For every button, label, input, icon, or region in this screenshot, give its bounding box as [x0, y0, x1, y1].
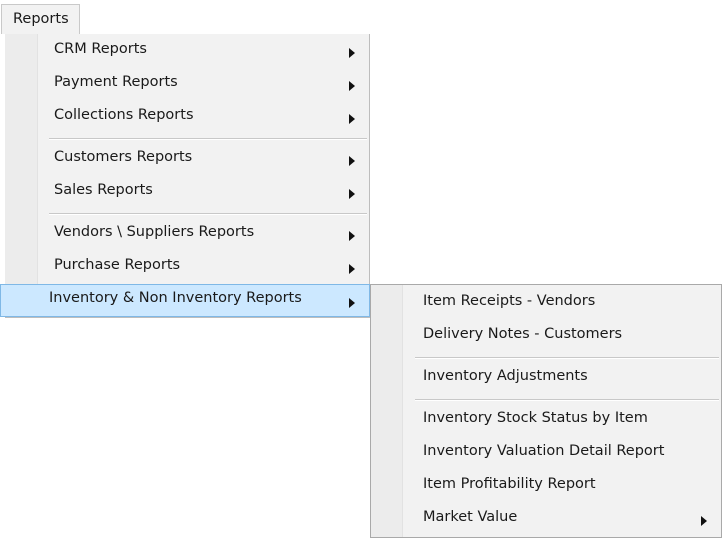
- menu-item-label: Market Value: [423, 509, 518, 525]
- menu-item-sales-reports[interactable]: Sales Reports: [5, 176, 369, 209]
- menu-item-label: Inventory Stock Status by Item: [423, 410, 648, 426]
- menu-item-label: Delivery Notes - Customers: [423, 326, 623, 342]
- submenu-arrow-icon: [349, 114, 355, 124]
- menu-separator: [415, 357, 719, 359]
- menu-item-label: Purchase Reports: [54, 257, 181, 273]
- submenu-item-inventory-valuation-detail[interactable]: Inventory Valuation Detail Report: [371, 437, 721, 470]
- submenu-item-market-value[interactable]: Market Value: [371, 503, 721, 536]
- submenu-arrow-icon: [349, 156, 355, 166]
- menu-item-customers-reports[interactable]: Customers Reports: [5, 143, 369, 176]
- submenu-arrow-icon: [349, 48, 355, 58]
- menu-item-label: Inventory Adjustments: [423, 368, 588, 384]
- menu-item-label: Payment Reports: [54, 74, 178, 90]
- menu-item-inventory-reports[interactable]: Inventory & Non Inventory Reports: [0, 284, 370, 317]
- submenu-arrow-icon: [349, 231, 355, 241]
- submenu-arrow-icon: [349, 81, 355, 91]
- submenu-item-delivery-notes-customers[interactable]: Delivery Notes - Customers: [371, 320, 721, 353]
- menu-item-label: Customers Reports: [54, 149, 193, 165]
- menu-item-label: Inventory Valuation Detail Report: [423, 443, 665, 459]
- menu-item-payment-reports[interactable]: Payment Reports: [5, 68, 369, 101]
- inventory-submenu: Item Receipts - Vendors Delivery Notes -…: [370, 284, 722, 538]
- menu-reports-label: Reports: [13, 11, 69, 27]
- menu-item-label: Vendors \ Suppliers Reports: [54, 224, 255, 240]
- menu-separator: [49, 138, 367, 140]
- submenu-item-item-profitability[interactable]: Item Profitability Report: [371, 470, 721, 503]
- menu-item-label: Sales Reports: [54, 182, 153, 198]
- menu-item-label: Item Profitability Report: [423, 476, 596, 492]
- menu-separator: [415, 399, 719, 401]
- menu-item-collections-reports[interactable]: Collections Reports: [5, 101, 369, 134]
- submenu-arrow-icon: [349, 189, 355, 199]
- menu-reports[interactable]: Reports: [1, 4, 80, 34]
- submenu-item-inventory-adjustments[interactable]: Inventory Adjustments: [371, 362, 721, 395]
- submenu-arrow-icon: [701, 516, 707, 526]
- submenu-arrow-icon: [349, 298, 355, 308]
- menu-item-purchase-reports[interactable]: Purchase Reports: [5, 251, 369, 284]
- menu-item-label: Inventory & Non Inventory Reports: [49, 290, 302, 306]
- menu-item-crm-reports[interactable]: CRM Reports: [5, 35, 369, 68]
- submenu-arrow-icon: [349, 264, 355, 274]
- submenu-item-inventory-stock-status[interactable]: Inventory Stock Status by Item: [371, 404, 721, 437]
- menu-item-vendors-suppliers-reports[interactable]: Vendors \ Suppliers Reports: [5, 218, 369, 251]
- menu-item-label: CRM Reports: [54, 41, 147, 57]
- menu-item-label: Item Receipts - Vendors: [423, 293, 596, 309]
- menu-separator: [49, 213, 367, 215]
- reports-dropdown: CRM Reports Payment Reports Collections …: [0, 34, 370, 318]
- menu-item-label: Collections Reports: [54, 107, 194, 123]
- submenu-item-item-receipts-vendors[interactable]: Item Receipts - Vendors: [371, 287, 721, 320]
